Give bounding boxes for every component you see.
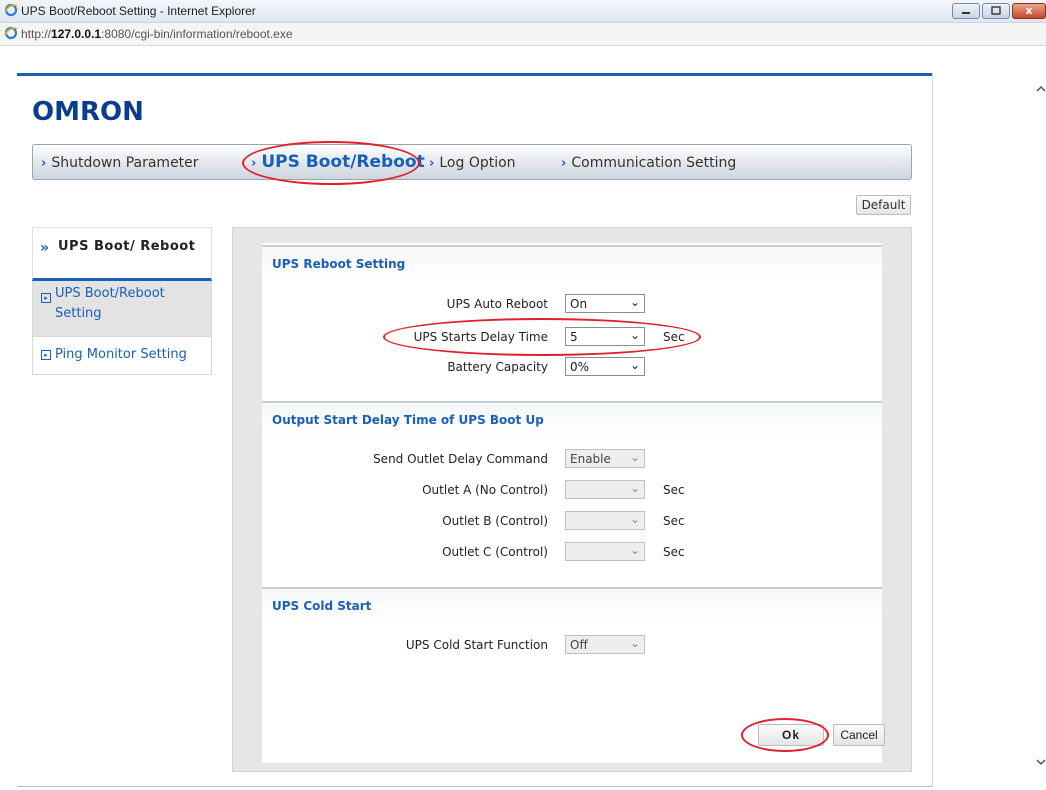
chevron-right-icon: › (429, 156, 435, 171)
outlet-c-select[interactable]: ⌄ (565, 542, 645, 561)
chevron-down-icon: ⌄ (629, 481, 640, 495)
chevron-down-icon: ⌄ (629, 543, 640, 557)
outlet-b-select[interactable]: ⌄ (565, 511, 645, 530)
url-text: http://127.0.0.1:8080/cgi-bin/informatio… (21, 27, 293, 41)
nav-communication-setting[interactable]: › Communication Setting (561, 155, 736, 171)
field-send-outlet-delay-command: Send Outlet Delay Command Enable ⌄ (262, 448, 882, 470)
bullet-icon: ▸ (41, 293, 51, 303)
field-label: Outlet C (Control) (442, 545, 548, 559)
ups-auto-reboot-select[interactable]: On ⌄ (565, 294, 645, 313)
field-label: Outlet B (Control) (442, 514, 548, 528)
section-ups-reboot-setting: UPS Reboot Setting (262, 245, 882, 279)
chevron-right-icon: › (41, 156, 47, 171)
nav-ups-boot-reboot[interactable]: › UPS Boot/Reboot (251, 152, 425, 172)
chevron-down-icon: ⌄ (629, 358, 640, 372)
sidebar-item-label: Ping Monitor Setting (55, 347, 187, 362)
scroll-up-icon[interactable] (1036, 84, 1046, 94)
unit-label: Sec (663, 330, 685, 344)
nav-log-option[interactable]: › Log Option (429, 155, 516, 171)
window-title: UPS Boot/Reboot Setting - Internet Explo… (21, 4, 256, 18)
cancel-button[interactable]: Cancel (833, 724, 885, 746)
settings-form (262, 243, 882, 763)
chevron-down-icon: ⌄ (629, 512, 640, 526)
outlet-a-select[interactable]: ⌄ (565, 480, 645, 499)
field-label: Send Outlet Delay Command (373, 452, 548, 466)
section-title: UPS Reboot Setting (272, 257, 406, 271)
field-outlet-b: Outlet B (Control) ⌄ Sec (262, 510, 882, 532)
chevron-down-icon: ⌄ (629, 295, 640, 309)
field-ups-cold-start-function: UPS Cold Start Function Off ⌄ (262, 634, 882, 656)
omron-logo: OMRON (32, 97, 144, 127)
unit-label: Sec (663, 545, 685, 559)
sidebar-item-label: UPS Boot/Reboot Setting (55, 286, 165, 321)
page-icon (4, 26, 18, 40)
internet-explorer-icon (4, 3, 18, 17)
field-outlet-c: Outlet C (Control) ⌄ Sec (262, 541, 882, 563)
page-divider (932, 73, 933, 787)
field-label: UPS Starts Delay Time (413, 330, 548, 344)
section-title: Output Start Delay Time of UPS Boot Up (272, 413, 544, 427)
side-menu: » UPS Boot/ Reboot ▸ UPS Boot/Reboot Set… (32, 227, 212, 375)
maximize-icon (991, 6, 1001, 15)
chevron-down-icon: ⌄ (629, 328, 640, 342)
minimize-button[interactable] (952, 3, 980, 19)
ok-button[interactable]: Ok (758, 724, 824, 746)
window-titlebar: UPS Boot/Reboot Setting - Internet Explo… (0, 0, 1046, 23)
section-ups-cold-start: UPS Cold Start (262, 587, 882, 621)
field-ups-starts-delay-time: UPS Starts Delay Time 5 ⌄ Sec (262, 326, 882, 348)
main-nav: › Shutdown Parameter › UPS Boot/Reboot › Lo… (32, 144, 912, 180)
chevron-right-icon: › (251, 156, 257, 171)
chevron-right-icon: › (561, 156, 567, 171)
field-ups-auto-reboot: UPS Auto Reboot On ⌄ (262, 293, 882, 315)
ups-cold-start-function-select[interactable]: Off ⌄ (565, 635, 645, 654)
field-label: UPS Cold Start Function (405, 638, 548, 652)
section-output-start-delay: Output Start Delay Time of UPS Boot Up (262, 401, 882, 435)
field-outlet-a: Outlet A (No Control) ⌄ Sec (262, 479, 882, 501)
double-chevron-icon: » (40, 240, 50, 256)
address-bar[interactable]: http://127.0.0.1:8080/cgi-bin/informatio… (0, 23, 1046, 46)
field-label: UPS Auto Reboot (446, 297, 548, 311)
nav-shutdown-parameter[interactable]: › Shutdown Parameter (41, 155, 199, 171)
field-label: Outlet A (No Control) (422, 483, 548, 497)
send-outlet-delay-command-select[interactable]: Enable ⌄ (565, 449, 645, 468)
sidebar-item-ups-boot-reboot-setting[interactable]: ▸ UPS Boot/Reboot Setting (32, 281, 212, 337)
close-button[interactable]: x (1012, 3, 1046, 19)
field-battery-capacity: Battery Capacity 0% ⌄ (262, 356, 882, 378)
close-icon: x (1025, 4, 1033, 17)
field-label: Battery Capacity (447, 360, 548, 374)
unit-label: Sec (663, 483, 685, 497)
chevron-down-icon: ⌄ (629, 636, 640, 650)
battery-capacity-select[interactable]: 0% ⌄ (565, 357, 645, 376)
sidebar-item-ping-monitor-setting[interactable]: ▸ Ping Monitor Setting (32, 337, 212, 375)
side-menu-header: » UPS Boot/ Reboot (32, 227, 212, 281)
ups-starts-delay-time-select[interactable]: 5 ⌄ (565, 327, 645, 346)
maximize-button[interactable] (982, 3, 1010, 19)
unit-label: Sec (663, 514, 685, 528)
scroll-down-icon[interactable] (1036, 757, 1046, 767)
side-menu-title: UPS Boot/ Reboot (58, 239, 196, 254)
default-button[interactable]: Default (856, 195, 911, 215)
section-title: UPS Cold Start (272, 599, 372, 613)
minimize-icon (962, 12, 970, 14)
chevron-down-icon: ⌄ (629, 450, 640, 464)
bullet-icon: ▸ (41, 350, 51, 360)
